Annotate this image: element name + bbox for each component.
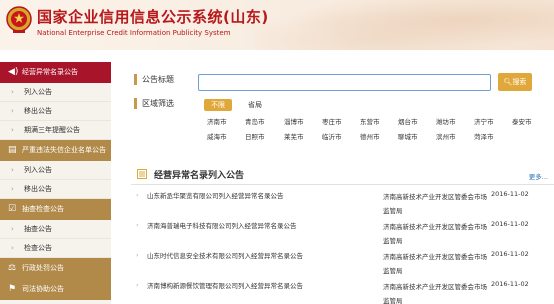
city-rizhao[interactable]: 日照市: [245, 131, 265, 141]
sidebar-item-spot-check[interactable]: › 抽查公告: [0, 220, 111, 239]
chevron-right-icon: ›: [136, 281, 139, 289]
national-emblem-icon: [6, 6, 32, 33]
list-item[interactable]: › 济南海普瑞电子科技有限公司列入经营异常名录公告 济南高新技术产业开发区管委会…: [131, 216, 554, 246]
chevron-right-icon: ›: [11, 166, 14, 174]
city-weihai[interactable]: 威海市: [207, 131, 227, 141]
city-liaocheng[interactable]: 聊城市: [398, 131, 418, 141]
city-jining[interactable]: 济宁市: [474, 116, 494, 126]
list-item[interactable]: › 山东时代信息安全技术有限公司列入经营异常名录公告 济南高新技术产业开发区管委…: [131, 246, 554, 276]
sidebar-item-label: 抽查公告: [24, 225, 52, 233]
site-header: 国家企业信用信息公示系统(山东) National Enterprise Cre…: [0, 0, 554, 50]
sidebar-item-expiry-reminder[interactable]: › 期满三年提醒公告: [0, 121, 111, 140]
list-item-title[interactable]: 济南海普瑞电子科技有限公司列入经营异常名录公告: [147, 220, 297, 230]
list-item[interactable]: › 济南博构新源餐饮管理有限公司列入经营异常名录公告 济南高新技术产业开发区管委…: [131, 276, 554, 304]
sidebar-section-judicial[interactable]: ⚑ 司法协助公告: [0, 279, 111, 300]
list-item-date: 2016-11-02: [491, 280, 529, 288]
city-yantai[interactable]: 烟台市: [398, 116, 418, 126]
list-item-date: 2016-11-02: [491, 190, 529, 198]
city-laiwu[interactable]: 莱芜市: [284, 131, 304, 141]
check-icon: ☑: [8, 204, 17, 214]
list-item-authority: 济南高新技术产业开发区管委会市场监管局: [383, 253, 487, 275]
sidebar-section-label: 抽查检查公告: [22, 205, 64, 213]
city-taian[interactable]: 泰安市: [512, 116, 532, 126]
chevron-right-icon: ›: [11, 88, 14, 96]
city-dongying[interactable]: 东营市: [360, 116, 380, 126]
sidebar-item-list-out[interactable]: › 移出公告: [0, 102, 111, 121]
sidebar-item-label: 检查公告: [24, 244, 52, 252]
sidebar-item-blacklist-out[interactable]: › 移出公告: [0, 180, 111, 199]
sidebar-section-label: 行政处罚公告: [22, 264, 64, 272]
chevron-right-icon: ›: [11, 244, 14, 252]
list-title: 经营异常名录列入公告: [154, 171, 245, 181]
list-item-title[interactable]: 济南博构新源餐饮管理有限公司列入经营异常名录公告: [147, 280, 303, 290]
document-list-icon: [137, 169, 147, 179]
filter-province-button[interactable]: 省局: [248, 99, 262, 111]
list-item-date: 2016-11-02: [491, 220, 529, 228]
sidebar-section-label: 经营异常名录公告: [22, 68, 78, 76]
gavel-icon: ⚖: [8, 263, 17, 273]
city-jinan[interactable]: 济南市: [207, 116, 227, 126]
list-item-authority: 济南高新技术产业开发区管委会市场监管局: [383, 223, 487, 245]
list-header: 经营异常名录列入公告 更多...: [131, 165, 554, 185]
header-cloud-decoration: [254, 0, 554, 50]
list-item-date: 2016-11-02: [491, 250, 529, 258]
sidebar-item-label: 期满三年提醒公告: [24, 126, 80, 134]
list-item-authority: 济南高新技术产业开发区管委会市场监管局: [383, 193, 487, 215]
list-item-title[interactable]: 山东新丞华聚览有限公司列入经营异常名录公告: [147, 190, 284, 200]
sidebar-item-label: 移出公告: [24, 107, 52, 115]
speaker-icon: ◀): [8, 67, 19, 77]
list-item-title[interactable]: 山东时代信息安全技术有限公司列入经营异常名录公告: [147, 250, 303, 260]
list-item[interactable]: › 山东新丞华聚览有限公司列入经营异常名录公告 济南高新技术产业开发区管委会市场…: [131, 186, 554, 216]
site-subtitle: National Enterprise Credit Information P…: [37, 29, 231, 37]
sidebar: ◀) 经营异常名录公告 › 列入公告 › 移出公告 › 期满三年提醒公告 ▤ 严…: [0, 62, 111, 304]
sidebar-item-label: 移出公告: [24, 185, 52, 193]
list-icon: ▤: [8, 145, 17, 155]
region-label-accent: [134, 98, 137, 109]
list-item-authority: 济南高新技术产业开发区管委会市场监管局: [383, 283, 487, 304]
chevron-right-icon: ›: [136, 191, 139, 199]
search-button[interactable]: 🔍︎搜索: [498, 73, 532, 91]
filter-all-button[interactable]: 不限: [204, 99, 232, 111]
city-qingdao[interactable]: 青岛市: [245, 116, 265, 126]
sidebar-item-inspection[interactable]: › 检查公告: [0, 239, 111, 258]
sidebar-section-abnormal[interactable]: ◀) 经营异常名录公告: [0, 62, 111, 83]
sidebar-item-label: 列入公告: [24, 88, 52, 96]
city-linyi[interactable]: 临沂市: [322, 131, 342, 141]
chevron-right-icon: ›: [11, 185, 14, 193]
region-filter-label: 区域筛选: [142, 99, 174, 108]
scale-icon: ⚑: [8, 284, 17, 294]
city-binzhou[interactable]: 滨州市: [436, 131, 456, 141]
chevron-right-icon: ›: [11, 126, 14, 134]
sidebar-section-label: 司法协助公告: [22, 285, 64, 293]
sidebar-item-label: 列入公告: [24, 166, 52, 174]
more-link[interactable]: 更多...: [529, 171, 548, 181]
site-title: 国家企业信用信息公示系统(山东): [37, 8, 269, 26]
sidebar-section-label: 严重违法失信企业名单公告: [22, 146, 106, 154]
sidebar-section-blacklist[interactable]: ▤ 严重违法失信企业名单公告: [0, 140, 111, 161]
search-input[interactable]: [198, 74, 491, 91]
sidebar-item-blacklist-in[interactable]: › 列入公告: [0, 161, 111, 180]
chevron-right-icon: ›: [11, 107, 14, 115]
title-filter-label: 公告标题: [142, 75, 174, 84]
title-label-accent: [134, 74, 137, 85]
sidebar-section-penalty[interactable]: ⚖ 行政处罚公告: [0, 258, 111, 279]
chevron-right-icon: ›: [136, 221, 139, 229]
sidebar-section-inspection[interactable]: ☑ 抽查检查公告: [0, 199, 111, 220]
city-weifang[interactable]: 潍坊市: [436, 116, 456, 126]
chevron-right-icon: ›: [11, 225, 14, 233]
chevron-right-icon: ›: [136, 251, 139, 259]
city-dezhou[interactable]: 德州市: [360, 131, 380, 141]
city-heze[interactable]: 菏泽市: [474, 131, 494, 141]
city-zaozhuang[interactable]: 枣庄市: [322, 116, 342, 126]
sidebar-item-list-in[interactable]: › 列入公告: [0, 83, 111, 102]
city-zibo[interactable]: 淄博市: [284, 116, 304, 126]
search-button-label: 搜索: [512, 78, 527, 86]
